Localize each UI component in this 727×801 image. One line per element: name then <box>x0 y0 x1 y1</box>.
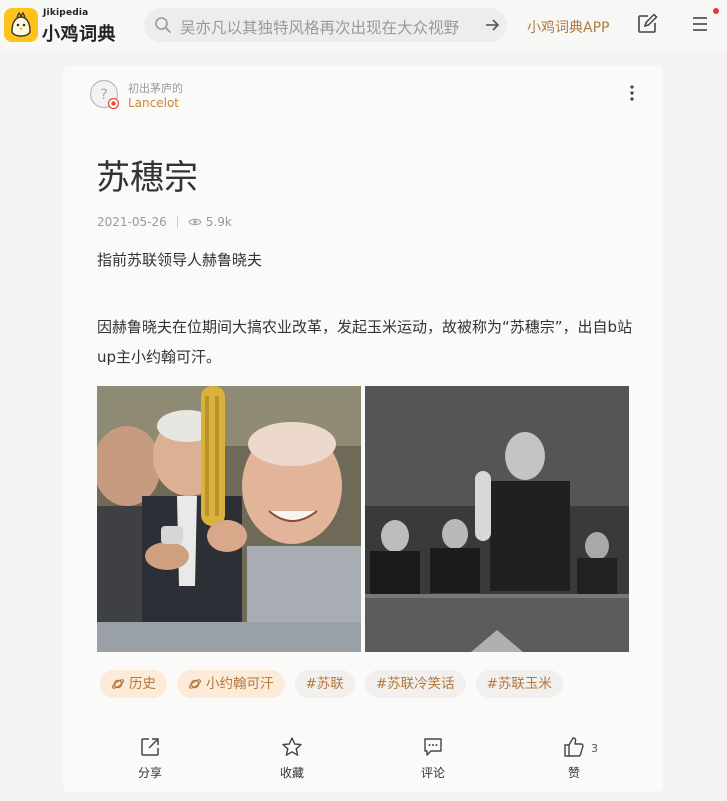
arrow-right-icon[interactable] <box>484 17 500 33</box>
favorite-label: 收藏 <box>279 766 304 780</box>
tag-label: 小约翰可汗 <box>206 676 274 692</box>
entry-title: 苏穗宗 <box>96 158 198 198</box>
share-button[interactable]: 分享 <box>120 736 180 781</box>
logo-subtitle: Jikipedia <box>43 8 89 18</box>
comment-icon <box>424 738 442 756</box>
tag-category-xiaoyuehan[interactable]: 小约翰可汗 <box>177 670 285 698</box>
logo-chick-icon[interactable] <box>4 8 38 42</box>
comment-button[interactable]: 评论 <box>403 736 463 781</box>
tag-category-history[interactable]: 历史 <box>100 670 167 698</box>
entry-meta: 2021-05-26 5.9k <box>97 215 232 229</box>
tag-topic-ussr[interactable]: #苏联 <box>294 670 355 698</box>
app-download-link[interactable]: 小鸡词典APP <box>527 17 609 37</box>
entry-definition: 指前苏联领导人赫鲁晓夫 <box>97 251 263 269</box>
tag-label: 历史 <box>129 676 156 692</box>
entry-explanation: 因赫鲁晓夫在位期间大搞农业改革，发起玉米运动，故被称为“苏穗宗”，出自b站up主… <box>97 318 633 366</box>
logo-title[interactable]: 小鸡词典 <box>42 20 116 46</box>
like-label: 赞 <box>567 766 580 780</box>
view-count: 5.9k <box>205 215 232 229</box>
menu-icon[interactable] <box>691 16 709 32</box>
author-name-link[interactable]: Lancelot <box>128 96 179 110</box>
search-placeholder[interactable]: 吴亦凡以其独特风格再次出现在大众视野 <box>180 16 472 38</box>
eye-icon <box>188 218 202 226</box>
notification-dot <box>713 8 719 14</box>
top-navigation-bar: Jikipedia 小鸡词典 吴亦凡以其独特风格再次出现在大众视野 小鸡词典AP… <box>0 0 727 52</box>
action-bar: 分享 收藏 评论 赞 3 <box>63 736 663 786</box>
definition-card: ? 初出茅庐的 Lancelot 苏穗宗 2021-05-26 5.9k 指前苏… <box>63 66 663 792</box>
author-avatar[interactable]: ? <box>89 79 119 109</box>
search-input[interactable]: 吴亦凡以其独特风格再次出现在大众视野 <box>144 8 507 42</box>
favorite-button[interactable]: 收藏 <box>262 736 322 781</box>
corn-photo-bw[interactable] <box>365 386 629 652</box>
corn-photo-color[interactable] <box>97 386 361 652</box>
share-label: 分享 <box>137 766 162 780</box>
thumbs-up-icon <box>564 737 584 757</box>
author-level-tag: 初出茅庐的 <box>128 82 183 95</box>
search-icon <box>155 17 171 33</box>
planet-icon <box>111 679 125 689</box>
tag-topic-ussr-corn[interactable]: #苏联玉米 <box>475 670 563 698</box>
edit-icon[interactable] <box>636 13 658 35</box>
tag-topic-ussr-jokes[interactable]: #苏联冷笑话 <box>364 670 466 698</box>
entry-date: 2021-05-26 <box>97 215 167 229</box>
svg-text:?: ? <box>100 87 107 103</box>
comment-label: 评论 <box>420 766 445 780</box>
planet-icon <box>188 679 202 689</box>
like-count: 3 <box>591 742 598 755</box>
more-options-icon[interactable] <box>629 84 635 102</box>
meta-divider <box>176 216 178 228</box>
star-icon <box>282 737 302 756</box>
share-icon <box>141 738 159 756</box>
tag-list: 历史 小约翰可汗 #苏联 #苏联冷笑话 #苏联玉米 <box>100 670 563 698</box>
